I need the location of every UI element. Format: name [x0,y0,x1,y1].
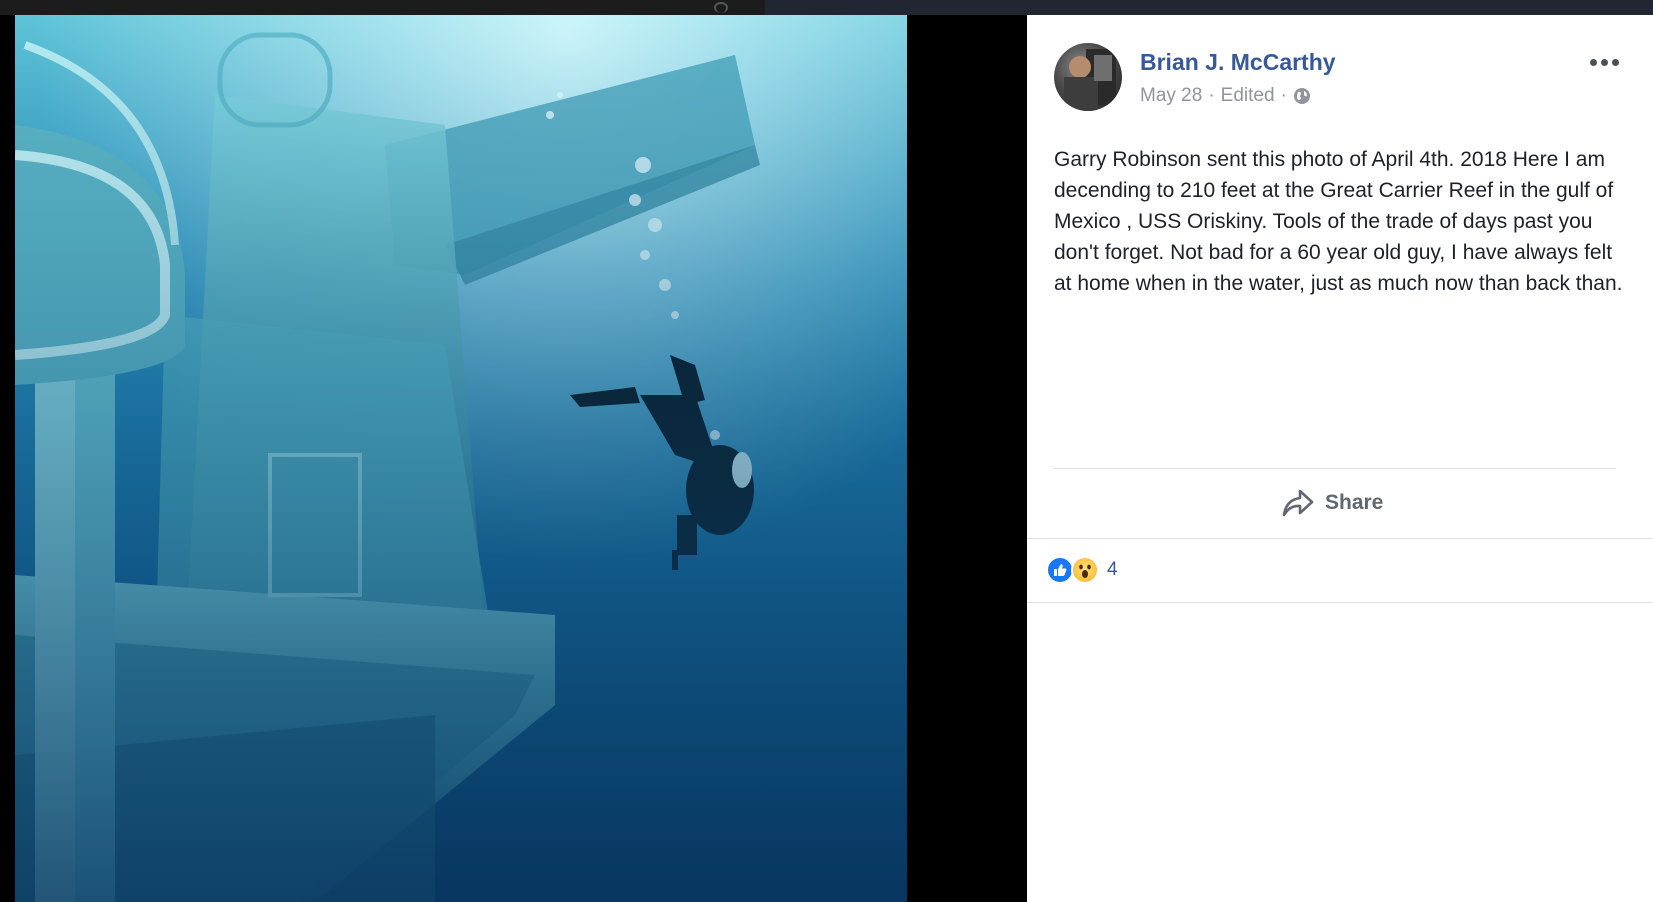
thumbs-up-icon [1054,564,1067,576]
divider [1027,602,1653,603]
reactions-summary[interactable]: 4 [1046,555,1118,585]
share-button[interactable]: Share [1281,485,1383,521]
post-side-panel: Brian J. McCarthy May 28 · Edited · Garr… [1027,15,1653,902]
divider [1027,538,1653,539]
search-icon[interactable] [714,2,728,13]
post-body-text: Garry Robinson sent this photo of April … [1054,148,1623,295]
browser-topbar [0,0,1653,15]
more-options-button[interactable] [1584,51,1624,73]
post-date[interactable]: May 28 [1140,85,1202,107]
like-icon [1046,556,1074,584]
post-photo[interactable] [15,15,907,902]
wow-icon [1071,556,1099,584]
meta-separator: · [1280,85,1287,106]
meta-separator: · [1208,85,1215,106]
post-meta: May 28 · Edited · [1140,85,1311,107]
facebook-header-bar [765,0,1653,15]
avatar-image [1064,49,1116,111]
photo-viewer [0,15,1027,902]
author-avatar[interactable] [1054,43,1122,111]
globe-icon[interactable] [1293,87,1311,105]
reaction-count[interactable]: 4 [1107,559,1118,581]
underwater-wreck-image [15,15,907,902]
share-arrow-icon [1282,489,1314,517]
more-dot [1600,58,1608,66]
share-label: Share [1325,491,1384,514]
wow-face-icon [1079,564,1091,578]
author-name-link[interactable]: Brian J. McCarthy [1140,49,1336,76]
divider [1054,468,1616,469]
more-options-icon [1589,58,1597,66]
edited-label[interactable]: Edited [1221,85,1275,107]
more-dot [1611,58,1619,66]
